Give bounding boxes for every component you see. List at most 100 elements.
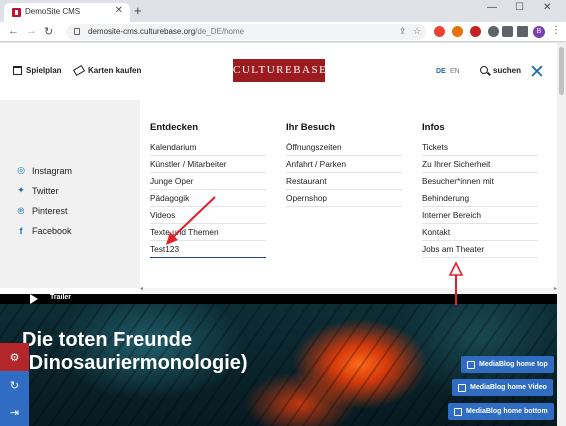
edit-icon bbox=[458, 383, 466, 392]
mediablog-bottom-button[interactable]: MediaBlog home bottom bbox=[448, 403, 554, 420]
extension-shield-icon[interactable] bbox=[470, 26, 481, 37]
back-button[interactable]: ← bbox=[8, 25, 19, 37]
social-instagram[interactable]: ◎ Instagram bbox=[16, 165, 72, 176]
share-icon[interactable]: ⇪ bbox=[399, 26, 407, 37]
lock-icon bbox=[74, 28, 80, 35]
trailer-label[interactable]: Trailer bbox=[50, 294, 71, 301]
hero-title: Die toten Freunde (Dinosauriermonologie) bbox=[22, 329, 248, 375]
mediablog-top-button[interactable]: MediaBlog home top bbox=[461, 356, 554, 373]
social-label: Twitter bbox=[32, 185, 59, 196]
gear-icon: ⚙ bbox=[9, 351, 20, 364]
new-tab-button[interactable]: + bbox=[134, 3, 142, 18]
twitter-icon: ✦ bbox=[17, 185, 25, 195]
menu-item-sicherheit[interactable]: Zu Ihrer Sicherheit bbox=[422, 156, 538, 173]
social-label: Pinterest bbox=[32, 206, 68, 216]
refresh-icon: ↻ bbox=[9, 379, 20, 392]
mediablog-label: MediaBlog home top bbox=[479, 361, 548, 368]
lang-en-link[interactable]: EN bbox=[450, 68, 460, 75]
social-label: Instagram bbox=[32, 165, 73, 176]
hero-title-line2: (Dinosauriermonologie) bbox=[22, 352, 248, 374]
page-viewport: Spielplan Karten kaufen CULTUREBASE DE E… bbox=[0, 43, 566, 426]
logout-icon: ⇥ bbox=[9, 407, 20, 419]
menu-item-kalendarium[interactable]: Kalendarium bbox=[150, 139, 266, 156]
site-logo[interactable]: CULTUREBASE bbox=[233, 59, 326, 82]
page-vertical-scrollbar[interactable] bbox=[557, 43, 566, 426]
maximize-button[interactable]: ☐ bbox=[515, 2, 524, 13]
menu-item-opernshop[interactable]: Opernshop bbox=[286, 190, 402, 207]
menu-item-besucher-1[interactable]: Besucher*innen mit bbox=[422, 173, 538, 190]
lang-de-link[interactable]: DE bbox=[436, 68, 446, 75]
profile-avatar[interactable]: B bbox=[533, 26, 545, 38]
mediablog-label: MediaBlog home bottom bbox=[466, 408, 548, 415]
browser-tabstrip: DemoSite CMS ✕ + — ☐ ✕ bbox=[0, 0, 566, 22]
play-icon[interactable] bbox=[30, 294, 38, 304]
social-sidebar: ◎ Instagram ✦ Twitter ℗ Pinterest f Facebook bbox=[0, 100, 140, 288]
spielplan-link[interactable]: Spielplan bbox=[13, 66, 62, 75]
karten-kaufen-link[interactable]: Karten kaufen bbox=[72, 64, 142, 77]
url-host: demosite-cms.culturebase.org bbox=[88, 27, 196, 36]
search-label[interactable]: suchen bbox=[493, 66, 521, 75]
extension-adblock-icon[interactable] bbox=[434, 26, 445, 37]
minimize-button[interactable]: — bbox=[487, 2, 497, 13]
instagram-icon: ◎ bbox=[17, 165, 25, 175]
site-favicon-icon bbox=[12, 8, 21, 17]
cms-logout-button[interactable]: ⇥ bbox=[0, 399, 29, 426]
forward-button[interactable]: → bbox=[26, 25, 37, 37]
search-icon[interactable] bbox=[480, 66, 488, 74]
extension-refresh-icon[interactable] bbox=[488, 26, 499, 37]
edit-icon bbox=[467, 360, 475, 369]
hero-title-line1: Die toten Freunde bbox=[22, 329, 193, 351]
menu-item-interner-bereich[interactable]: Interner Bereich bbox=[422, 207, 538, 224]
cms-refresh-button[interactable]: ↻ bbox=[0, 371, 29, 399]
menu-item-junge-oper[interactable]: Junge Oper bbox=[150, 173, 266, 190]
site-header: Spielplan Karten kaufen CULTUREBASE DE E… bbox=[0, 43, 557, 100]
url-text: demosite-cms.culturebase.org/de_DE/home bbox=[88, 27, 244, 36]
menu-heading-infos: Infos bbox=[422, 122, 445, 133]
menu-heading-entdecken: Entdecken bbox=[150, 122, 199, 133]
menu-item-videos[interactable]: Videos bbox=[150, 207, 266, 224]
menu-item-tickets[interactable]: Tickets bbox=[422, 139, 538, 156]
menu-item-jobs[interactable]: Jobs am Theater bbox=[422, 241, 538, 258]
sidepanel-icon[interactable] bbox=[517, 26, 528, 37]
menu-item-anfahrt[interactable]: Anfahrt / Parken bbox=[286, 156, 402, 173]
extensions-puzzle-icon[interactable] bbox=[502, 26, 513, 37]
karten-label: Karten kaufen bbox=[88, 66, 142, 75]
address-bar[interactable]: demosite-cms.culturebase.org/de_DE/home … bbox=[66, 24, 426, 40]
tab-close-icon[interactable]: ✕ bbox=[115, 5, 123, 16]
menu-item-test123[interactable]: Test123 bbox=[150, 241, 266, 258]
tab-title: DemoSite CMS bbox=[25, 7, 81, 16]
url-path: /de_DE/home bbox=[195, 27, 245, 36]
window-close-button[interactable]: ✕ bbox=[543, 2, 551, 13]
facebook-icon: f bbox=[19, 226, 23, 236]
social-twitter[interactable]: ✦ Twitter bbox=[16, 185, 59, 196]
browser-tab[interactable]: DemoSite CMS ✕ bbox=[4, 3, 130, 22]
bookmark-star-icon[interactable]: ☆ bbox=[413, 26, 421, 37]
calendar-icon bbox=[13, 66, 22, 75]
menu-item-oeffnungszeiten[interactable]: Öffnungszeiten bbox=[286, 139, 402, 156]
edit-icon bbox=[454, 407, 462, 416]
reload-button[interactable]: ↻ bbox=[44, 25, 53, 38]
browser-menu-icon[interactable]: ⋮ bbox=[551, 25, 561, 36]
menu-item-restaurant[interactable]: Restaurant bbox=[286, 173, 402, 190]
menu-item-paedagogik[interactable]: Pädagogik bbox=[150, 190, 266, 207]
browser-toolbar: ← → ↻ demosite-cms.culturebase.org/de_DE… bbox=[0, 22, 566, 42]
cms-settings-button[interactable]: ⚙ bbox=[0, 343, 29, 371]
menu-item-besucher-2[interactable]: Behinderung bbox=[422, 190, 538, 207]
hero-banner: Trailer Die toten Freunde (Dinosauriermo… bbox=[0, 294, 557, 426]
scrollbar-thumb[interactable] bbox=[559, 47, 564, 95]
extension-opera-icon[interactable] bbox=[452, 26, 463, 37]
mega-menu: Entdecken Kalendarium Künstler / Mitarbe… bbox=[140, 100, 557, 288]
menu-item-kontakt[interactable]: Kontakt bbox=[422, 224, 538, 241]
social-pinterest[interactable]: ℗ Pinterest bbox=[16, 206, 68, 216]
menu-item-texte-themen[interactable]: Texte und Themen bbox=[150, 224, 266, 241]
spielplan-label: Spielplan bbox=[26, 66, 62, 75]
ticket-icon bbox=[72, 64, 86, 77]
menu-item-kuenstler[interactable]: Künstler / Mitarbeiter bbox=[150, 156, 266, 173]
social-label: Facebook bbox=[32, 226, 72, 236]
trailer-bar bbox=[0, 294, 557, 304]
social-facebook[interactable]: f Facebook bbox=[16, 226, 72, 236]
mediablog-label: MediaBlog home Video bbox=[470, 384, 547, 391]
close-menu-icon[interactable]: ✕ bbox=[529, 61, 545, 84]
mediablog-video-button[interactable]: MediaBlog home Video bbox=[452, 379, 553, 396]
menu-heading-besuch: Ihr Besuch bbox=[286, 122, 336, 133]
